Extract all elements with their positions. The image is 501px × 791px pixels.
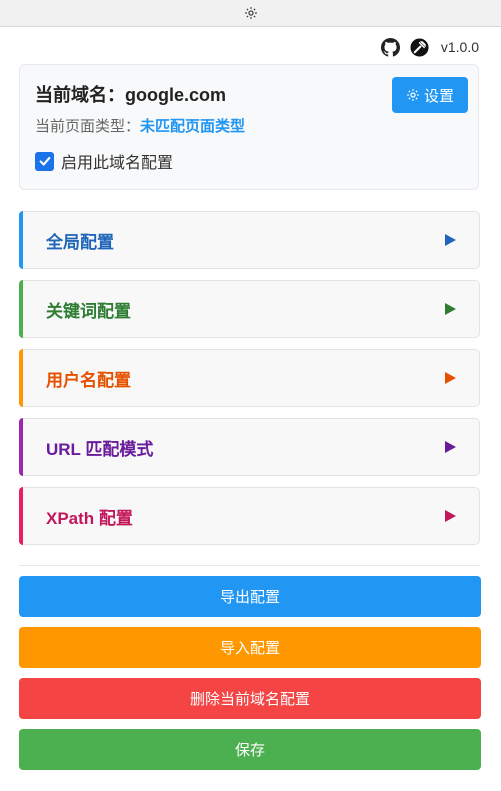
section-xpath-config[interactable]: XPath 配置	[19, 487, 480, 545]
settings-button[interactable]: 设置	[392, 77, 468, 113]
page-type-row: 当前页面类型：未匹配页面类型	[35, 115, 245, 136]
section-accent-bar	[19, 211, 23, 269]
page-type-label: 当前页面类型：	[35, 118, 141, 135]
settings-label: 设置	[423, 87, 454, 105]
save-button[interactable]: 保存	[19, 729, 481, 770]
enable-domain-toggle[interactable]: 启用此域名配置	[35, 149, 173, 173]
export-config-button[interactable]: 导出配置	[19, 576, 481, 617]
section-accent-bar	[19, 349, 23, 407]
section-username-config[interactable]: 用户名配置	[19, 349, 480, 407]
button-label: 导入配置	[219, 640, 280, 657]
section-accent-bar	[19, 280, 23, 338]
enable-label: 启用此域名配置	[61, 155, 174, 172]
expand-arrow-icon	[445, 441, 456, 453]
domain-value: google.com	[125, 85, 227, 105]
section-accent-bar	[19, 487, 23, 545]
divider	[19, 565, 480, 566]
github-icon[interactable]	[380, 37, 400, 57]
header-links: v1.0.0	[380, 37, 479, 57]
version-label: v1.0.0	[440, 39, 479, 55]
button-label: 删除当前域名配置	[189, 691, 310, 708]
import-config-button[interactable]: 导入配置	[19, 627, 481, 668]
section-keyword-config[interactable]: 关键词配置	[19, 280, 480, 338]
domain-title: 当前域名：google.com	[35, 81, 226, 107]
section-global-config[interactable]: 全局配置	[19, 211, 480, 269]
section-label: 关键词配置	[46, 301, 131, 321]
section-accent-bar	[19, 418, 23, 476]
check-icon	[39, 156, 50, 166]
domain-label: 当前域名：	[35, 85, 125, 105]
button-label: 导出配置	[219, 589, 280, 606]
section-url-pattern[interactable]: URL 匹配模式	[19, 418, 480, 476]
section-label: 用户名配置	[46, 370, 131, 390]
expand-arrow-icon	[445, 510, 456, 522]
expand-arrow-icon	[445, 303, 456, 315]
button-label: 保存	[234, 742, 265, 759]
extension-topbar	[0, 0, 501, 27]
section-label: XPath 配置	[46, 508, 133, 528]
expand-arrow-icon	[445, 372, 456, 384]
section-label: 全局配置	[46, 232, 114, 252]
section-label: URL 匹配模式	[46, 439, 154, 459]
expand-arrow-icon	[445, 234, 456, 246]
gear-icon[interactable]	[244, 6, 258, 20]
page-type-value: 未匹配页面类型	[140, 118, 246, 135]
delete-domain-config-button[interactable]: 删除当前域名配置	[19, 678, 481, 719]
enable-checkbox[interactable]	[35, 151, 54, 171]
gear-icon	[407, 89, 419, 101]
domain-card: 当前域名：google.com 当前页面类型：未匹配页面类型 启用此域名配置 设…	[19, 64, 479, 190]
greasyfork-icon[interactable]	[410, 37, 429, 57]
